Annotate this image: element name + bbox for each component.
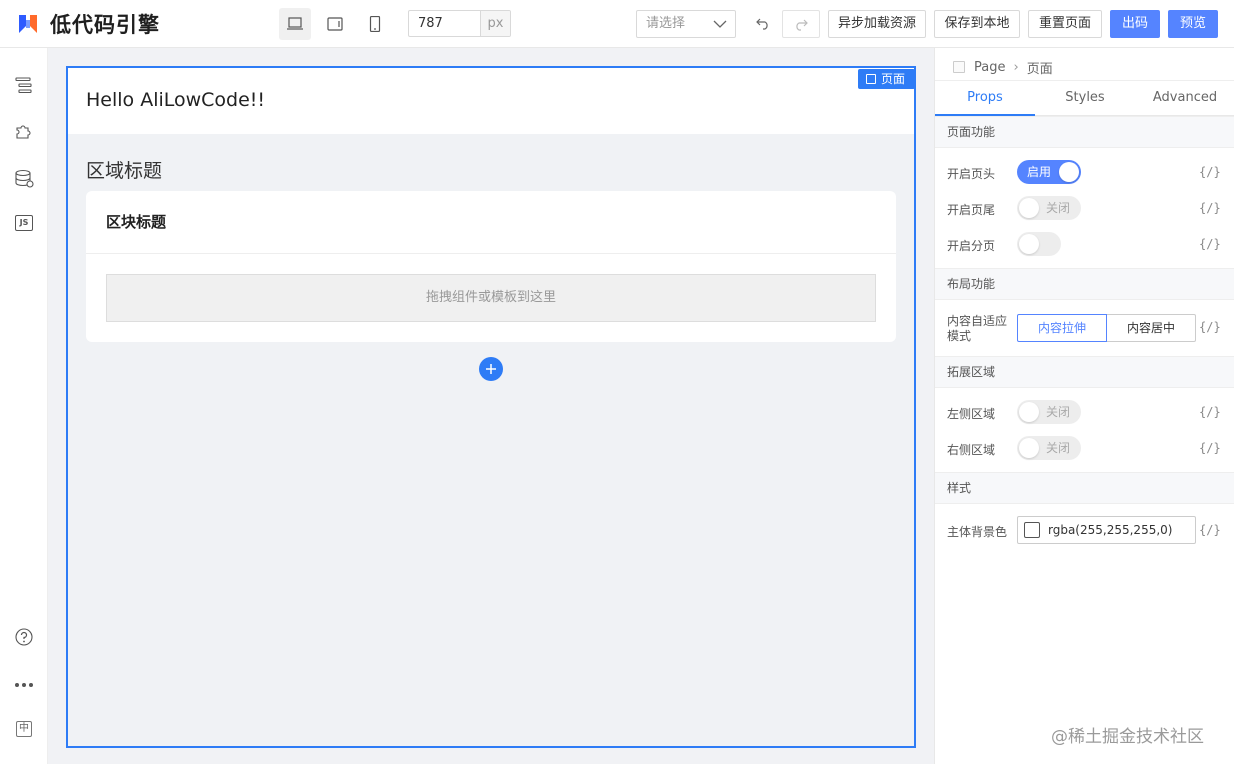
breadcrumb-current[interactable]: 页面 [1027, 58, 1053, 77]
save-local-button[interactable]: 保存到本地 [934, 10, 1020, 38]
header-toggle-text: 启用 [1027, 165, 1052, 179]
lang-zh-icon[interactable]: 中 [12, 717, 36, 741]
toggle-knob [1019, 234, 1039, 254]
var-bind-button[interactable]: {/} [1199, 320, 1221, 334]
datasource-icon[interactable] [12, 167, 36, 191]
var-bind-button[interactable]: {/} [1199, 165, 1221, 179]
prop-paging-label: 开启分页 [947, 239, 996, 253]
block-card[interactable]: 区块标题 拖拽组件或模板到这里 [86, 191, 896, 342]
lang-zh-label: 中 [16, 721, 32, 737]
phone-icon [369, 16, 381, 32]
tablet-icon [327, 17, 343, 31]
device-phone-button[interactable] [359, 8, 391, 40]
var-bind-button[interactable]: {/} [1199, 523, 1221, 537]
toggle-knob [1059, 162, 1079, 182]
toggle-knob [1019, 438, 1039, 458]
var-bind-button[interactable]: {/} [1199, 405, 1221, 419]
top-toolbar: 低代码引擎 787 px 请选择 异步加载资源 保存到本地 重置页面 出码 预览 [0, 0, 1234, 48]
watermark: @稀土掘金技术社区 [1051, 727, 1204, 747]
section-title[interactable]: 区域标题 [86, 156, 162, 183]
select-placeholder: 请选择 [646, 16, 686, 31]
prop-bg-label: 主体背景色 [947, 525, 1008, 539]
breadcrumb-page[interactable]: Page [974, 60, 1005, 75]
device-desktop-button[interactable] [279, 8, 311, 40]
footer-toggle-text: 关闭 [1046, 201, 1071, 215]
header-toggle[interactable]: 启用 [1017, 160, 1081, 184]
canvas-width-input[interactable]: 787 px [408, 10, 511, 37]
var-bind-button[interactable]: {/} [1199, 237, 1221, 251]
footer-toggle[interactable]: 关闭 [1017, 196, 1081, 220]
plus-icon [486, 364, 496, 374]
group-layout-func[interactable]: 布局功能 [935, 268, 1234, 300]
redo-button[interactable] [782, 10, 820, 38]
add-section-button[interactable] [479, 357, 503, 381]
settings-panel: Page › 页面 Props Styles Advanced 页面功能 开启页… [934, 48, 1234, 764]
lowcode-editor: 低代码引擎 787 px 请选择 异步加载资源 保存到本地 重置页面 出码 预览 [0, 0, 1234, 764]
page-header[interactable]: Hello AliLowCode!! [68, 68, 914, 134]
left-sidebar: JS 中 [0, 48, 48, 764]
group-page-func[interactable]: 页面功能 [935, 116, 1234, 148]
page-tag-icon [865, 74, 876, 84]
tab-advanced[interactable]: Advanced [1135, 81, 1234, 115]
breadcrumb-separator-icon: › [1013, 59, 1019, 75]
width-unit: px [480, 11, 510, 36]
undo-icon [756, 18, 768, 30]
device-tablet-button[interactable] [319, 8, 351, 40]
component-puzzle-icon[interactable] [12, 119, 36, 143]
left-area-toggle-text: 关闭 [1046, 405, 1071, 419]
bg-color-value: rgba(255,255,255,0) [1048, 523, 1173, 537]
group-extend-area[interactable]: 拓展区域 [935, 356, 1234, 388]
tab-styles[interactable]: Styles [1035, 81, 1135, 115]
block-title: 区块标题 [106, 213, 167, 231]
redo-icon [796, 19, 808, 31]
left-area-toggle[interactable]: 关闭 [1017, 400, 1081, 424]
layout-stretch-option[interactable]: 内容拉伸 [1017, 314, 1107, 342]
locale-select[interactable]: 请选择 [636, 10, 736, 38]
page-header-text: Hello AliLowCode!! [86, 89, 266, 111]
js-code-icon[interactable]: JS [12, 211, 36, 235]
right-area-toggle[interactable]: 关闭 [1017, 436, 1081, 460]
logo: 低代码引擎 [16, 10, 160, 38]
prop-right-area-label: 右侧区域 [947, 443, 996, 457]
page-node-icon [953, 61, 965, 73]
color-swatch[interactable] [1024, 522, 1040, 538]
async-load-button[interactable]: 异步加载资源 [828, 10, 926, 38]
tab-props[interactable]: Props [935, 81, 1035, 116]
outline-tree-icon[interactable] [12, 73, 36, 97]
logo-text: 低代码引擎 [50, 13, 160, 37]
desktop-icon [287, 17, 303, 30]
prop-layout-label: 内容自适应模式 [947, 314, 1008, 343]
prop-header-label: 开启页头 [947, 167, 996, 181]
page-tag-label: 页面 [880, 72, 905, 86]
page-selection-tag[interactable]: 页面 [857, 69, 915, 89]
js-code-label: JS [15, 215, 33, 231]
export-code-button[interactable]: 出码 [1110, 10, 1160, 38]
logo-icon [19, 15, 37, 33]
layout-mode-segment: 内容拉伸 内容居中 [1017, 314, 1196, 342]
drop-zone[interactable]: 拖拽组件或模板到这里 [106, 274, 876, 322]
toggle-knob [1019, 198, 1039, 218]
prop-footer-label: 开启页尾 [947, 203, 996, 217]
group-style[interactable]: 样式 [935, 472, 1234, 504]
width-value[interactable]: 787 [409, 11, 480, 36]
card-divider [86, 253, 896, 254]
paging-toggle[interactable] [1017, 232, 1061, 256]
var-bind-button[interactable]: {/} [1199, 441, 1221, 455]
design-canvas: Hello AliLowCode!! 页面 区域标题 区块标题 拖拽组件或模板到… [48, 48, 934, 764]
preview-button[interactable]: 预览 [1168, 10, 1218, 38]
right-area-toggle-text: 关闭 [1046, 441, 1071, 455]
settings-tabs: Props Styles Advanced [935, 80, 1234, 116]
layout-center-option[interactable]: 内容居中 [1107, 314, 1196, 342]
breadcrumb: Page › 页面 [953, 57, 1053, 77]
var-bind-button[interactable]: {/} [1199, 201, 1221, 215]
bg-color-input[interactable]: rgba(255,255,255,0) [1017, 516, 1196, 544]
more-icon[interactable] [12, 673, 36, 697]
undo-button[interactable] [752, 12, 774, 34]
page-frame[interactable]: Hello AliLowCode!! 页面 区域标题 区块标题 拖拽组件或模板到… [66, 66, 916, 748]
reset-page-button[interactable]: 重置页面 [1028, 10, 1102, 38]
chevron-down-icon [713, 20, 727, 28]
help-icon[interactable] [12, 625, 36, 649]
prop-left-area-label: 左侧区域 [947, 407, 996, 421]
toggle-knob [1019, 402, 1039, 422]
